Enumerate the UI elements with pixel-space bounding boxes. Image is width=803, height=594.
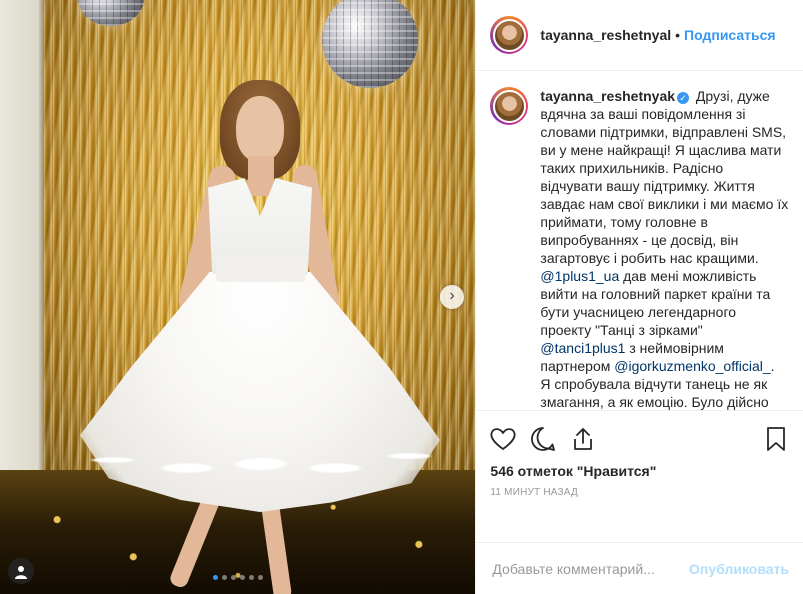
post-side-panel: tayanna_reshetnyal • Подписаться tayanna… bbox=[475, 0, 803, 594]
avatar-image bbox=[492, 18, 526, 52]
avatar[interactable] bbox=[490, 87, 529, 125]
carousel-dot bbox=[240, 575, 245, 580]
dancer-figure bbox=[70, 60, 450, 594]
verified-badge-icon: ✓ bbox=[677, 92, 690, 104]
comment-form: Опубликовать bbox=[476, 542, 803, 594]
post-header: tayanna_reshetnyal • Подписаться bbox=[476, 0, 803, 71]
likes-count[interactable]: 546 отметок "Нравится" bbox=[490, 463, 791, 479]
caption: tayanna_reshetnyak ✓ Друзі, дуже вдячна з… bbox=[490, 87, 791, 410]
dress-waistband bbox=[216, 256, 306, 282]
caption-text: tayanna_reshetnyak ✓ Друзі, дуже вдячна з… bbox=[540, 87, 788, 410]
comments-area[interactable]: tayanna_reshetnyak ✓ Друзі, дуже вдячна з… bbox=[476, 71, 803, 410]
face bbox=[236, 96, 284, 162]
mention-link[interactable]: @tanci1plus1 bbox=[540, 340, 625, 356]
neck bbox=[248, 156, 274, 196]
post-timestamp[interactable]: 11 минут назад bbox=[490, 487, 791, 498]
caption-segment: Друзі, дуже вдячна за ваші повідомлення … bbox=[540, 88, 789, 266]
feather-hem bbox=[76, 420, 446, 500]
post-photo[interactable]: › bbox=[0, 0, 476, 594]
avatar-image bbox=[492, 89, 526, 123]
bookmark-icon[interactable] bbox=[765, 423, 791, 455]
carousel-dot bbox=[258, 575, 263, 580]
comment-input[interactable] bbox=[490, 559, 682, 578]
comment-icon[interactable] bbox=[530, 423, 570, 455]
chevron-right-icon[interactable]: › bbox=[440, 285, 464, 309]
share-icon[interactable] bbox=[570, 423, 610, 455]
carousel-dot bbox=[213, 575, 218, 580]
publish-button[interactable]: Опубликовать bbox=[689, 561, 789, 577]
action-icons bbox=[490, 419, 791, 459]
carousel-dot bbox=[222, 575, 227, 580]
avatar[interactable] bbox=[490, 16, 529, 54]
heart-icon[interactable] bbox=[490, 423, 530, 455]
mention-link[interactable]: @igorkuzmenko_official_ bbox=[614, 358, 770, 374]
mention-link[interactable]: @1plus1_ua bbox=[540, 268, 619, 284]
post-actions: 546 отметок "Нравится" 11 минут назад bbox=[476, 410, 803, 542]
separator-dot: • bbox=[675, 27, 681, 43]
post-viewer: › tayanna_reshetnyal • Подписаться tayan… bbox=[0, 0, 803, 594]
carousel-dot bbox=[231, 575, 236, 580]
carousel-dot bbox=[249, 575, 254, 580]
carousel-dots bbox=[0, 575, 475, 580]
author-username[interactable]: tayanna_reshetnyal bbox=[540, 27, 671, 43]
user-tag-icon[interactable] bbox=[8, 558, 34, 584]
follow-button[interactable]: Подписаться bbox=[684, 27, 776, 43]
caption-username[interactable]: tayanna_reshetnyak bbox=[540, 88, 675, 104]
